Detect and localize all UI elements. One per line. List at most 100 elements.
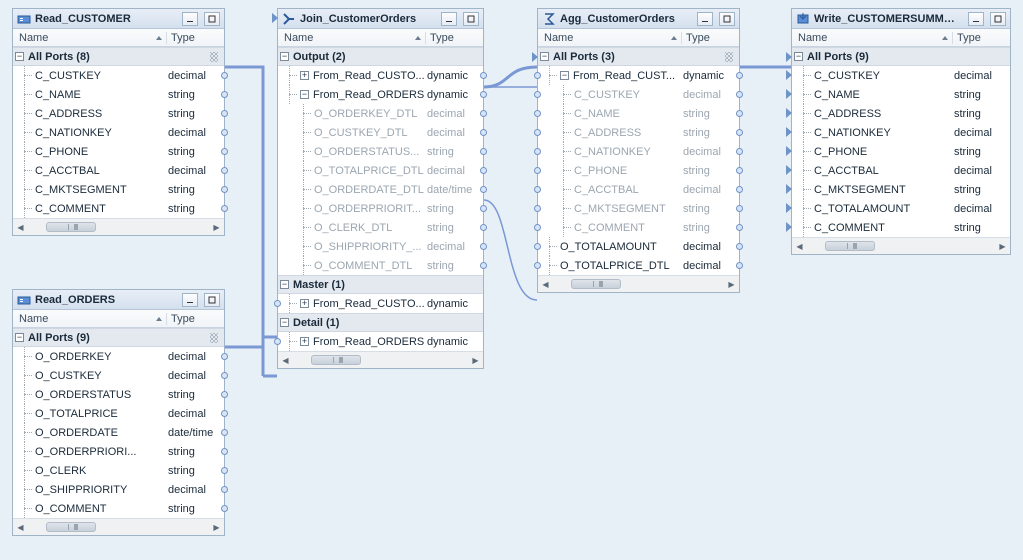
port-out[interactable]: [221, 186, 228, 193]
scroll-thumb[interactable]: [571, 279, 621, 289]
port-out[interactable]: [736, 110, 743, 117]
scroll-right-icon[interactable]: ▶: [995, 239, 1010, 254]
all-ports-section[interactable]: − All Ports (9): [792, 47, 1010, 66]
field-row[interactable]: − From_Read_CUST... dynamic: [538, 66, 739, 85]
arrow-in[interactable]: [786, 127, 792, 137]
field-row[interactable]: C_NAMEstring: [792, 85, 1010, 104]
field-row[interactable]: + From_Read_ORDERS dynamic: [278, 332, 483, 351]
scroll-thumb[interactable]: [311, 355, 361, 365]
expander-minus-icon[interactable]: −: [300, 90, 309, 99]
arrow-in[interactable]: [786, 89, 792, 99]
col-type[interactable]: Type: [425, 32, 483, 44]
sort-icon[interactable]: [942, 36, 948, 40]
field-row[interactable]: O_ORDERKEY_DTLdecimal: [278, 104, 483, 123]
field-row[interactable]: C_ACCTBALdecimal: [792, 161, 1010, 180]
all-ports-section[interactable]: − All Ports (3): [538, 47, 739, 66]
panel-read-customer[interactable]: Read_CUSTOMER Name Type − All Ports (8) …: [12, 8, 225, 236]
scroll-thumb[interactable]: [825, 241, 875, 251]
grip-icon[interactable]: [210, 333, 218, 343]
field-row[interactable]: C_ADDRESSstring: [792, 104, 1010, 123]
port-out[interactable]: [221, 410, 228, 417]
sort-icon[interactable]: [156, 36, 162, 40]
port-out[interactable]: [221, 205, 228, 212]
port-out[interactable]: [480, 262, 487, 269]
port-out[interactable]: [736, 72, 743, 79]
port-out[interactable]: [480, 205, 487, 212]
arrow-in[interactable]: [786, 222, 792, 232]
arrow-in[interactable]: [786, 146, 792, 156]
grip-icon[interactable]: [725, 52, 733, 62]
port-out[interactable]: [221, 505, 228, 512]
columns-header[interactable]: Name Type: [278, 29, 483, 47]
port-in[interactable]: [534, 167, 541, 174]
panel-agg[interactable]: Agg_CustomerOrders Name Type − All Ports…: [537, 8, 740, 293]
field-row[interactable]: C_MKTSEGMENTstring: [538, 199, 739, 218]
arrow-in[interactable]: [786, 184, 792, 194]
arrow-in[interactable]: [786, 203, 792, 213]
port-out[interactable]: [480, 167, 487, 174]
scroll-left-icon[interactable]: ◀: [13, 520, 28, 535]
maximize-button[interactable]: [990, 12, 1006, 26]
expander-plus-icon[interactable]: +: [300, 71, 309, 80]
maximize-button[interactable]: [204, 12, 220, 26]
port-out[interactable]: [480, 224, 487, 231]
scrollbar[interactable]: ◀ ▶: [13, 518, 224, 535]
field-row[interactable]: C_MKTSEGMENTstring: [792, 180, 1010, 199]
detail-section[interactable]: − Detail (1): [278, 313, 483, 332]
port-out[interactable]: [221, 72, 228, 79]
panel-join[interactable]: Join_CustomerOrders Name Type − Output (…: [277, 8, 484, 369]
scroll-left-icon[interactable]: ◀: [792, 239, 807, 254]
col-type[interactable]: Type: [952, 32, 1010, 44]
arrow-in[interactable]: [786, 108, 792, 118]
port-in[interactable]: [274, 338, 281, 345]
field-row[interactable]: + From_Read_CUSTO... dynamic: [278, 294, 483, 313]
scroll-right-icon[interactable]: ▶: [468, 353, 483, 368]
expander-minus-icon[interactable]: −: [280, 280, 289, 289]
port-out[interactable]: [480, 72, 487, 79]
port-out[interactable]: [221, 129, 228, 136]
port-in[interactable]: [534, 129, 541, 136]
field-row[interactable]: O_CUSTKEY_DTLdecimal: [278, 123, 483, 142]
expander-minus-icon[interactable]: −: [540, 52, 549, 61]
port-out[interactable]: [221, 353, 228, 360]
port-out[interactable]: [480, 186, 487, 193]
scroll-right-icon[interactable]: ▶: [724, 277, 739, 292]
maximize-button[interactable]: [719, 12, 735, 26]
port-out[interactable]: [221, 391, 228, 398]
minimize-button[interactable]: [182, 293, 198, 307]
field-row[interactable]: C_NATIONKEYdecimal: [792, 123, 1010, 142]
col-name[interactable]: Name: [19, 32, 152, 44]
section-arrow-in[interactable]: [786, 52, 792, 62]
field-row[interactable]: O_COMMENT_DTLstring: [278, 256, 483, 275]
panel-write[interactable]: Write_CUSTOMERSUMMARY Name Type − All Po…: [791, 8, 1011, 255]
field-row[interactable]: O_TOTALPRICE_DTLdecimal: [278, 161, 483, 180]
field-row[interactable]: C_ADDRESSstring: [13, 104, 224, 123]
section-arrow-in[interactable]: [532, 52, 538, 62]
port-out[interactable]: [221, 167, 228, 174]
port-in[interactable]: [534, 148, 541, 155]
field-row[interactable]: O_ORDERSTATUSstring: [13, 385, 224, 404]
titlebar[interactable]: Join_CustomerOrders: [278, 9, 483, 29]
port-out[interactable]: [480, 91, 487, 98]
field-row[interactable]: C_NAMEstring: [538, 104, 739, 123]
grip-icon[interactable]: [210, 52, 218, 62]
field-row[interactable]: O_ORDERDATE_DTLdate/time: [278, 180, 483, 199]
scroll-left-icon[interactable]: ◀: [13, 220, 28, 235]
port-in[interactable]: [534, 243, 541, 250]
field-row[interactable]: O_CLERK_DTLstring: [278, 218, 483, 237]
port-out[interactable]: [221, 429, 228, 436]
field-row[interactable]: − From_Read_ORDERS dynamic: [278, 85, 483, 104]
field-row[interactable]: C_COMMENTstring: [13, 199, 224, 218]
field-row[interactable]: O_SHIPPRIORITY_...decimal: [278, 237, 483, 256]
minimize-button[interactable]: [182, 12, 198, 26]
port-out[interactable]: [736, 129, 743, 136]
field-row[interactable]: O_CUSTKEYdecimal: [13, 366, 224, 385]
titlebar[interactable]: Read_CUSTOMER: [13, 9, 224, 29]
port-in[interactable]: [534, 262, 541, 269]
expander-minus-icon[interactable]: −: [15, 333, 24, 342]
port-out[interactable]: [221, 91, 228, 98]
scrollbar[interactable]: ◀ ▶: [13, 218, 224, 235]
field-row[interactable]: C_ACCTBALdecimal: [538, 180, 739, 199]
minimize-button[interactable]: [968, 12, 984, 26]
maximize-button[interactable]: [204, 293, 220, 307]
